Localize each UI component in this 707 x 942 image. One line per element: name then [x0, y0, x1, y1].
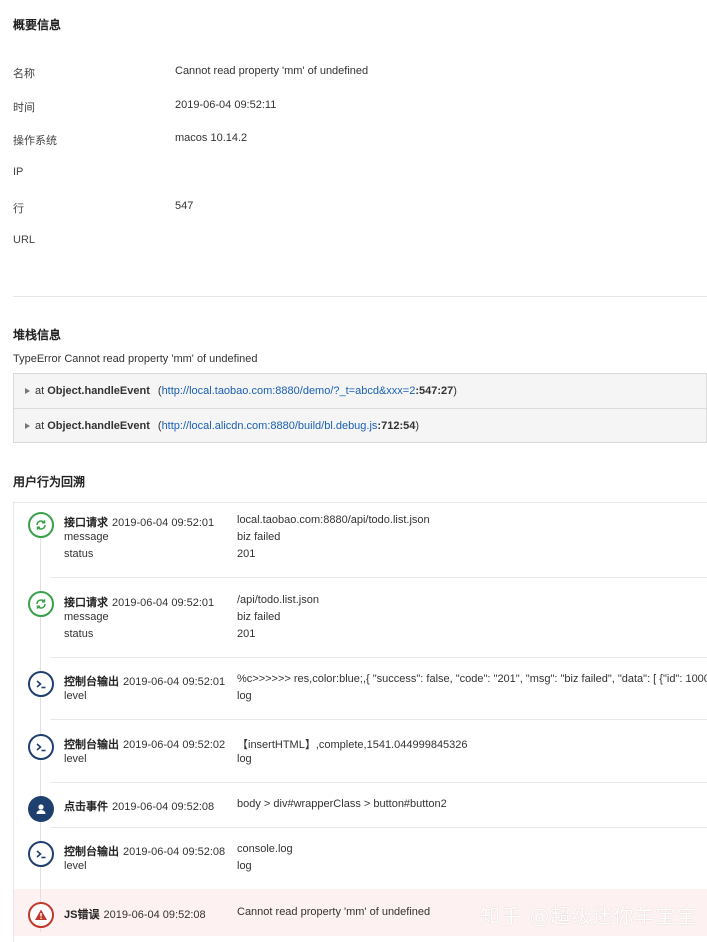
- timeline-line: [40, 512, 41, 932]
- event-value: body > div#wrapperClass > button#button2: [237, 798, 447, 810]
- event-value: log: [237, 690, 252, 702]
- stack-frame-link[interactable]: http://local.alicdn.com:8880/build/bl.de…: [162, 420, 378, 432]
- event-key: message: [64, 611, 109, 623]
- stack-title: 堆栈信息: [13, 328, 62, 342]
- event-key: status: [64, 628, 94, 640]
- timeline: [13, 502, 707, 942]
- field-value-line: 547: [175, 200, 194, 212]
- terminal-icon: [28, 841, 54, 867]
- event-title: 接口请求 2019-06-04 09:52:01: [64, 597, 215, 609]
- stack-frames: at Object.handleEvent ( http://local.tao…: [13, 373, 707, 443]
- summary-title: 概要信息: [13, 18, 62, 32]
- stack-message: TypeError Cannot read property 'mm' of u…: [13, 353, 258, 365]
- event-title: 控制台输出 2019-06-04 09:52:01: [64, 676, 226, 688]
- event-value: log: [237, 860, 252, 872]
- user-icon: [28, 796, 54, 822]
- event-value: 【insertHTML】,complete,1541.044999845326: [237, 739, 468, 751]
- field-label-ip: IP: [13, 166, 24, 178]
- warning-icon: [28, 902, 54, 928]
- event-key: level: [64, 753, 87, 765]
- event-value: 201: [237, 628, 256, 640]
- event-value: 201: [237, 548, 256, 560]
- stack-frame[interactable]: at Object.handleEvent ( http://local.ali…: [14, 409, 706, 443]
- event-title: 控制台输出 2019-06-04 09:52:08: [64, 846, 226, 858]
- refresh-icon: [28, 512, 54, 538]
- field-label-line: 行: [13, 203, 24, 215]
- event-value: log: [237, 753, 252, 765]
- event-key: status: [64, 548, 94, 560]
- watermark: 知乎 @超级迷你羊宝宝: [480, 904, 698, 928]
- stack-frame-link[interactable]: http://local.taobao.com:8880/demo/?_t=ab…: [162, 385, 416, 397]
- behavior-title: 用户行为回溯: [13, 475, 86, 489]
- event-key: message: [64, 531, 109, 543]
- event-value: Cannot read property 'mm' of undefined: [237, 906, 431, 918]
- expand-triangle-icon[interactable]: [25, 388, 30, 394]
- event-value: biz failed: [237, 611, 281, 623]
- field-label-time: 时间: [13, 102, 35, 114]
- terminal-icon: [28, 734, 54, 760]
- field-label-url: URL: [13, 234, 36, 246]
- event-value: %c>>>>>> res,color:blue;,{ "success": fa…: [237, 673, 707, 685]
- field-value-time: 2019-06-04 09:52:11: [175, 99, 277, 111]
- field-label-name: 名称: [13, 68, 35, 80]
- section-divider: [13, 296, 707, 297]
- event-key: level: [64, 690, 87, 702]
- event-title: 点击事件 2019-06-04 09:52:08: [64, 801, 215, 813]
- event-title: JS错误 2019-06-04 09:52:08: [64, 909, 206, 921]
- field-value-os: macos 10.14.2: [175, 132, 248, 144]
- event-value: biz failed: [237, 531, 281, 543]
- field-label-os: 操作系统: [13, 135, 57, 147]
- event-title: 控制台输出 2019-06-04 09:52:02: [64, 739, 226, 751]
- event-key: level: [64, 860, 87, 872]
- event-title: 接口请求 2019-06-04 09:52:01: [64, 517, 215, 529]
- event-value: local.taobao.com:8880/api/todo.list.json: [237, 514, 430, 526]
- terminal-icon: [28, 671, 54, 697]
- field-value-name: Cannot read property 'mm' of undefined: [175, 65, 369, 77]
- refresh-icon: [28, 591, 54, 617]
- expand-triangle-icon[interactable]: [25, 423, 30, 429]
- event-value: console.log: [237, 843, 293, 855]
- stack-frame[interactable]: at Object.handleEvent ( http://local.tao…: [14, 374, 706, 408]
- event-value: /api/todo.list.json: [237, 594, 319, 606]
